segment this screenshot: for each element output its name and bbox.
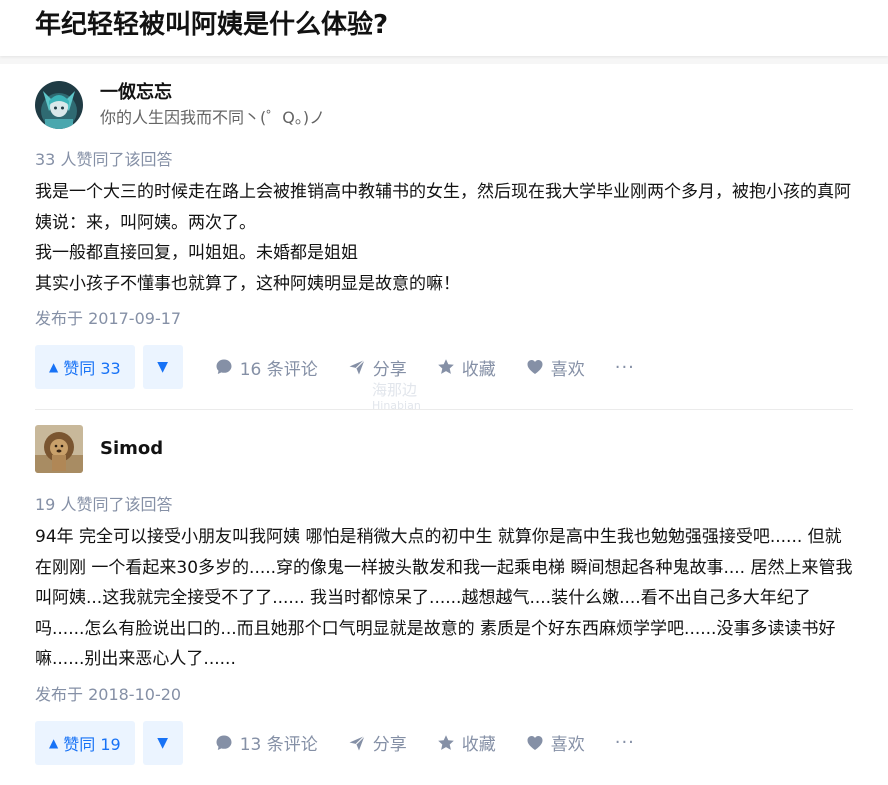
question-header: 年纪轻轻被叫阿姨是什么体验? [0,0,888,56]
comment-icon [216,359,232,374]
comments-button[interactable]: 16 条评论 [215,355,318,380]
triangle-down-icon: ▼ [157,734,169,751]
more-button[interactable]: ··· [615,357,635,378]
share-button[interactable]: 分享 [348,355,407,380]
upvote-label: 赞同 33 [63,359,121,378]
like-button[interactable]: 喜欢 [526,730,585,755]
triangle-down-icon: ▼ [157,359,169,375]
collect-button[interactable]: 收藏 [437,355,496,380]
upvote-button[interactable]: ▲ 赞同 19 [35,720,135,765]
author-row: 一伮忘忘 你的人生因我而不同丶(゜Q。)ノ [35,76,853,134]
comment-icon [216,735,232,750]
more-button[interactable]: ··· [615,732,635,753]
heart-icon [527,735,543,750]
comments-label: 13 条评论 [239,735,318,755]
collect-label: 收藏 [461,735,496,755]
like-label: 喜欢 [550,359,585,380]
answer-list: 一伮忘忘 你的人生因我而不同丶(゜Q。)ノ 33 人赞同了该回答 我是一个大三的… [0,56,888,785]
share-label: 分享 [372,735,407,755]
collect-button[interactable]: 收藏 [437,730,496,755]
heart-icon [527,360,543,374]
vote-count: 33 人赞同了该回答 [35,150,173,169]
author-row: Simod [35,420,853,478]
collect-label: 收藏 [461,359,496,380]
answer-paragraph: 我是一个大三的时候走在路上会被推销高中教辅书的女生，然后现在我大学毕业刚两个多月… [35,182,851,233]
watermark-en: Hinabian [372,399,421,412]
answer-content: 94年 完全可以接受小朋友叫我阿姨 哪怕是稍微大点的初中生 就算你是高中生我也勉… [35,522,853,675]
author-name[interactable]: 一伮忘忘 [100,80,325,106]
anime-character-avatar[interactable] [35,81,83,129]
share-button[interactable]: 分享 [348,730,407,755]
triangle-up-icon: ▲ [49,735,59,750]
author-info: 一伮忘忘 你的人生因我而不同丶(゜Q。)ノ [100,80,325,130]
watermark-cn: 海那边 [372,381,418,399]
action-bar: ▲ 赞同 33 ▼ 16 条评论 分享 收藏 喜欢 ··· [35,345,853,389]
like-label: 喜欢 [550,735,585,755]
star-icon [437,359,454,374]
share-label: 分享 [372,359,407,380]
triangle-up-icon: ▲ [49,360,59,374]
answer-paragraph: 94年 完全可以接受小朋友叫我阿姨 哪怕是稍微大点的初中生 就算你是高中生我也勉… [35,527,853,669]
author-name[interactable]: Simod [100,436,163,462]
watermark: 海那边 Hinabian [372,382,421,414]
answer-item: Simod 19 人赞同了该回答 94年 完全可以接受小朋友叫我阿姨 哪怕是稍微… [35,410,853,765]
downvote-button[interactable]: ▼ [142,720,183,765]
lion-avatar[interactable] [35,425,83,473]
action-bar: ▲ 赞同 19 ▼ 13 条评论 分享 收藏 喜欢 ··· [35,720,853,765]
upvote-label: 赞同 19 [63,734,121,754]
answer-content: 我是一个大三的时候走在路上会被推销高中教辅书的女生，然后现在我大学毕业刚两个多月… [35,177,853,299]
answer-paragraph: 其实小孩子不懂事也就算了，这种阿姨明显是故意的嘛！ [35,273,460,294]
question-title[interactable]: 年纪轻轻被叫阿姨是什么体验? [35,0,888,50]
upvote-button[interactable]: ▲ 赞同 33 [35,345,135,389]
answer-item: 一伮忘忘 你的人生因我而不同丶(゜Q。)ノ 33 人赞同了该回答 我是一个大三的… [35,64,853,410]
downvote-button[interactable]: ▼ [142,345,183,389]
share-icon [349,735,365,750]
comments-button[interactable]: 13 条评论 [215,730,318,755]
share-icon [349,359,365,375]
publish-date[interactable]: 发布于 2018-10-20 [35,683,853,707]
answer-paragraph: 我一般都直接回复，叫姐姐。未婚都是姐姐 [35,243,358,263]
star-icon [437,734,454,750]
vote-count: 19 人赞同了该回答 [35,495,173,514]
author-bio: 你的人生因我而不同丶(゜Q。)ノ [100,108,326,127]
author-info: Simod [100,436,163,462]
comments-label: 16 条评论 [239,359,318,380]
publish-date[interactable]: 发布于 2017-09-17 [35,307,853,331]
like-button[interactable]: 喜欢 [526,355,585,380]
